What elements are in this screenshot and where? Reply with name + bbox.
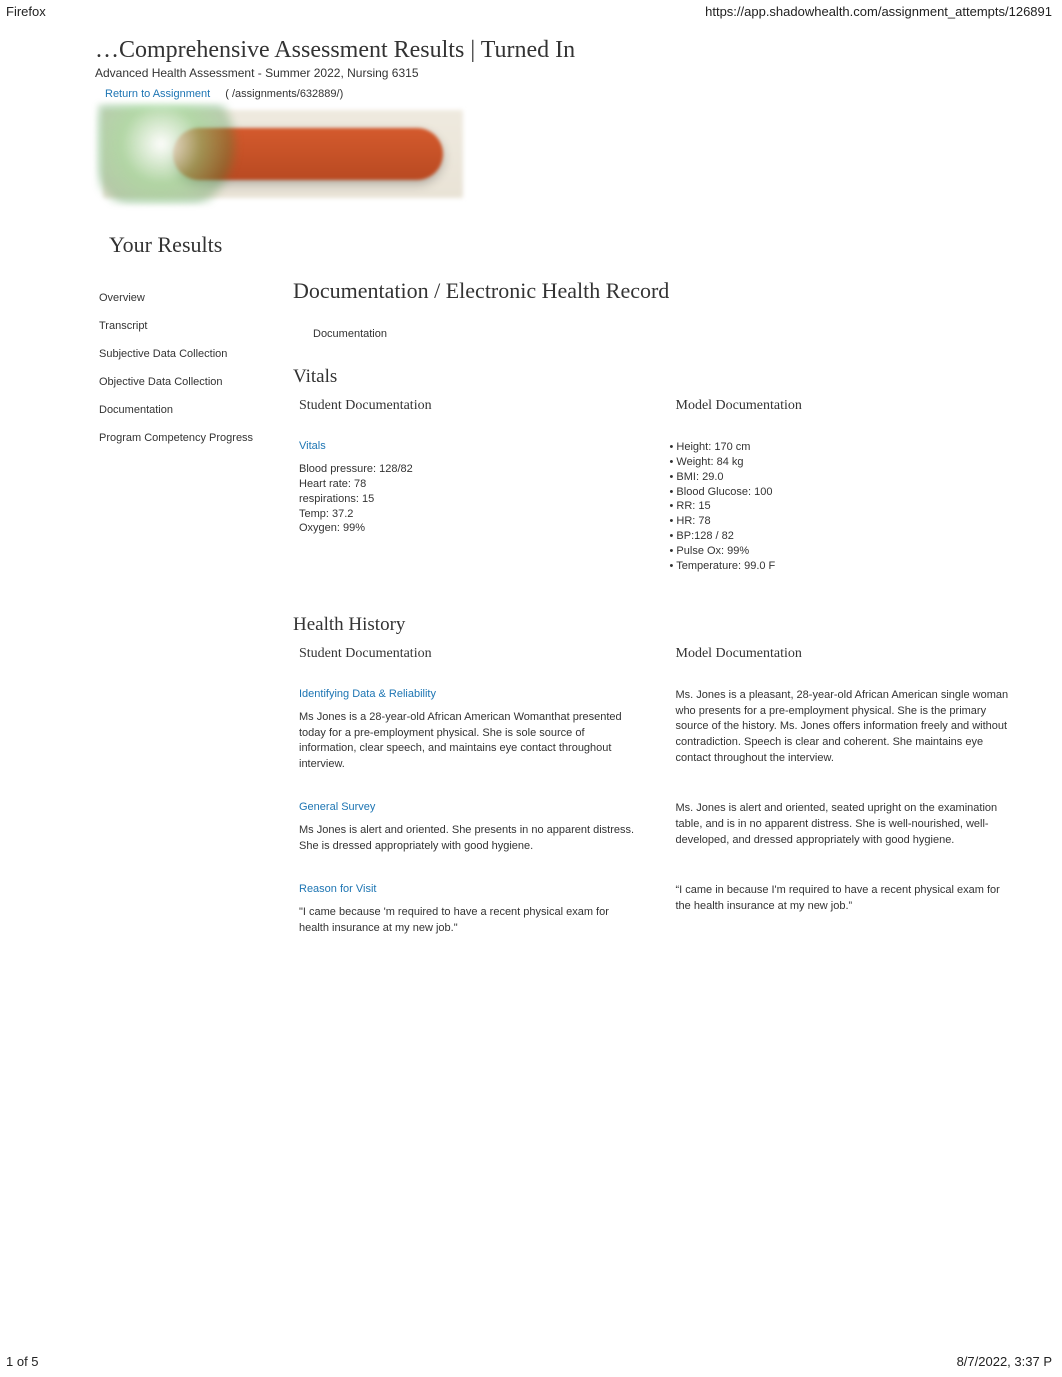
model-bullet: Blood Glucose: 100 xyxy=(670,485,1023,500)
model-bullet: BMI: 29.0 xyxy=(670,470,1023,485)
sidebar-item-transcript[interactable]: Transcript xyxy=(95,312,285,340)
hh-model-text: Ms. Jones is alert and oriented, seated … xyxy=(676,801,1017,849)
model-bullet: BP:128 / 82 xyxy=(670,529,1023,544)
sidebar-item-program-competency[interactable]: Program Competency Progress xyxy=(95,424,285,452)
vitals-student-label: Vitals xyxy=(299,440,646,452)
model-bullet: Temperature: 99.0 F xyxy=(670,559,1023,574)
hh-headers-row: Student Documentation Model Documentatio… xyxy=(293,646,1022,680)
vitals-line: Blood pressure: 128/82 xyxy=(299,462,640,477)
hh-model-text: Ms. Jones is a pleasant, 28-year-old Afr… xyxy=(676,688,1017,768)
sidebar-item-overview[interactable]: Overview xyxy=(95,284,285,312)
student-doc-header: Student Documentation xyxy=(299,646,646,662)
hh-row-identifying: Identifying Data & Reliability Ms Jones … xyxy=(293,688,1022,774)
vitals-model-col: Height: 170 cm Weight: 84 kg BMI: 29.0 B… xyxy=(670,440,1023,574)
vitals-line: Temp: 37.2 xyxy=(299,507,640,522)
print-timestamp: 8/7/2022, 3:37 P xyxy=(957,1354,1052,1369)
hh-student-text: Ms Jones is alert and oriented. She pres… xyxy=(299,823,640,855)
hh-model-col: Ms. Jones is alert and oriented, seated … xyxy=(670,801,1023,855)
header-banner-image xyxy=(103,110,463,198)
hh-student-col: Reason for Visit "I came because 'm requ… xyxy=(293,883,646,937)
sidebar-item-objective[interactable]: Objective Data Collection xyxy=(95,368,285,396)
model-bullet: HR: 78 xyxy=(670,514,1023,529)
hh-student-col: Identifying Data & Reliability Ms Jones … xyxy=(293,688,646,774)
hh-model-col: “I came in because I'm required to have … xyxy=(670,883,1023,937)
hh-label-identifying: Identifying Data & Reliability xyxy=(299,688,646,700)
window-chrome: Firefox https://app.shadowhealth.com/ass… xyxy=(0,0,1062,19)
hh-model-col: Ms. Jones is a pleasant, 28-year-old Afr… xyxy=(670,688,1023,774)
hh-label-reason-for-visit: Reason for Visit xyxy=(299,883,646,895)
hh-row-general-survey: General Survey Ms Jones is alert and ori… xyxy=(293,801,1022,855)
vitals-line: respirations: 15 xyxy=(299,492,640,507)
model-doc-header: Model Documentation xyxy=(676,646,1023,662)
results-heading: Your Results xyxy=(109,232,1022,258)
page-url: https://app.shadowhealth.com/assignment_… xyxy=(705,4,1052,19)
content-area: Documentation / Electronic Health Record… xyxy=(285,278,1022,965)
hh-model-text: “I came in because I'm required to have … xyxy=(676,883,1017,915)
documentation-chip[interactable]: Documentation xyxy=(303,322,397,346)
vitals-student-lines: Blood pressure: 128/82 Heart rate: 78 re… xyxy=(299,462,640,536)
vitals-heading: Vitals xyxy=(293,366,1022,388)
vitals-line: Heart rate: 78 xyxy=(299,477,640,492)
sidebar-item-subjective[interactable]: Subjective Data Collection xyxy=(95,340,285,368)
sidebar-item-documentation[interactable]: Documentation xyxy=(95,396,285,424)
page-subtitle: Advanced Health Assessment - Summer 2022… xyxy=(95,66,1022,80)
model-bullet: Pulse Ox: 99% xyxy=(670,544,1023,559)
main-row: Overview Transcript Subjective Data Coll… xyxy=(95,278,1022,965)
browser-name: Firefox xyxy=(6,4,46,19)
health-history-heading: Health History xyxy=(293,614,1022,636)
hh-label-general-survey: General Survey xyxy=(299,801,646,813)
return-row: Return to Assignment ( /assignments/6328… xyxy=(105,88,1022,100)
student-doc-header: Student Documentation xyxy=(299,398,646,414)
model-doc-header: Model Documentation xyxy=(676,398,1023,414)
section-title: Documentation / Electronic Health Record xyxy=(293,278,1022,304)
page-body: …Comprehensive Assessment Results | Turn… xyxy=(0,19,1062,965)
vitals-row: Vitals Blood pressure: 128/82 Heart rate… xyxy=(293,440,1022,574)
hh-student-text: Ms Jones is a 28-year-old African Americ… xyxy=(299,710,640,774)
hh-student-col: General Survey Ms Jones is alert and ori… xyxy=(293,801,646,855)
vitals-model-list: Height: 170 cm Weight: 84 kg BMI: 29.0 B… xyxy=(670,440,1023,574)
vitals-headers-row: Student Documentation Model Documentatio… xyxy=(293,398,1022,432)
return-to-assignment-link[interactable]: Return to Assignment xyxy=(105,88,210,100)
hh-student-text: "I came because 'm required to have a re… xyxy=(299,905,640,937)
model-bullet: Weight: 84 kg xyxy=(670,455,1023,470)
model-bullet: RR: 15 xyxy=(670,499,1023,514)
model-bullet: Height: 170 cm xyxy=(670,440,1023,455)
vitals-student-col: Vitals Blood pressure: 128/82 Heart rate… xyxy=(293,440,646,574)
vitals-line: Oxygen: 99% xyxy=(299,521,640,536)
print-footer: 1 of 5 8/7/2022, 3:37 P xyxy=(0,1354,1062,1369)
page-title: …Comprehensive Assessment Results | Turn… xyxy=(95,37,1022,64)
hh-row-reason-for-visit: Reason for Visit "I came because 'm requ… xyxy=(293,883,1022,937)
return-path: ( /assignments/632889/) xyxy=(225,88,343,100)
page-indicator: 1 of 5 xyxy=(6,1354,39,1369)
sidebar: Overview Transcript Subjective Data Coll… xyxy=(95,278,285,452)
